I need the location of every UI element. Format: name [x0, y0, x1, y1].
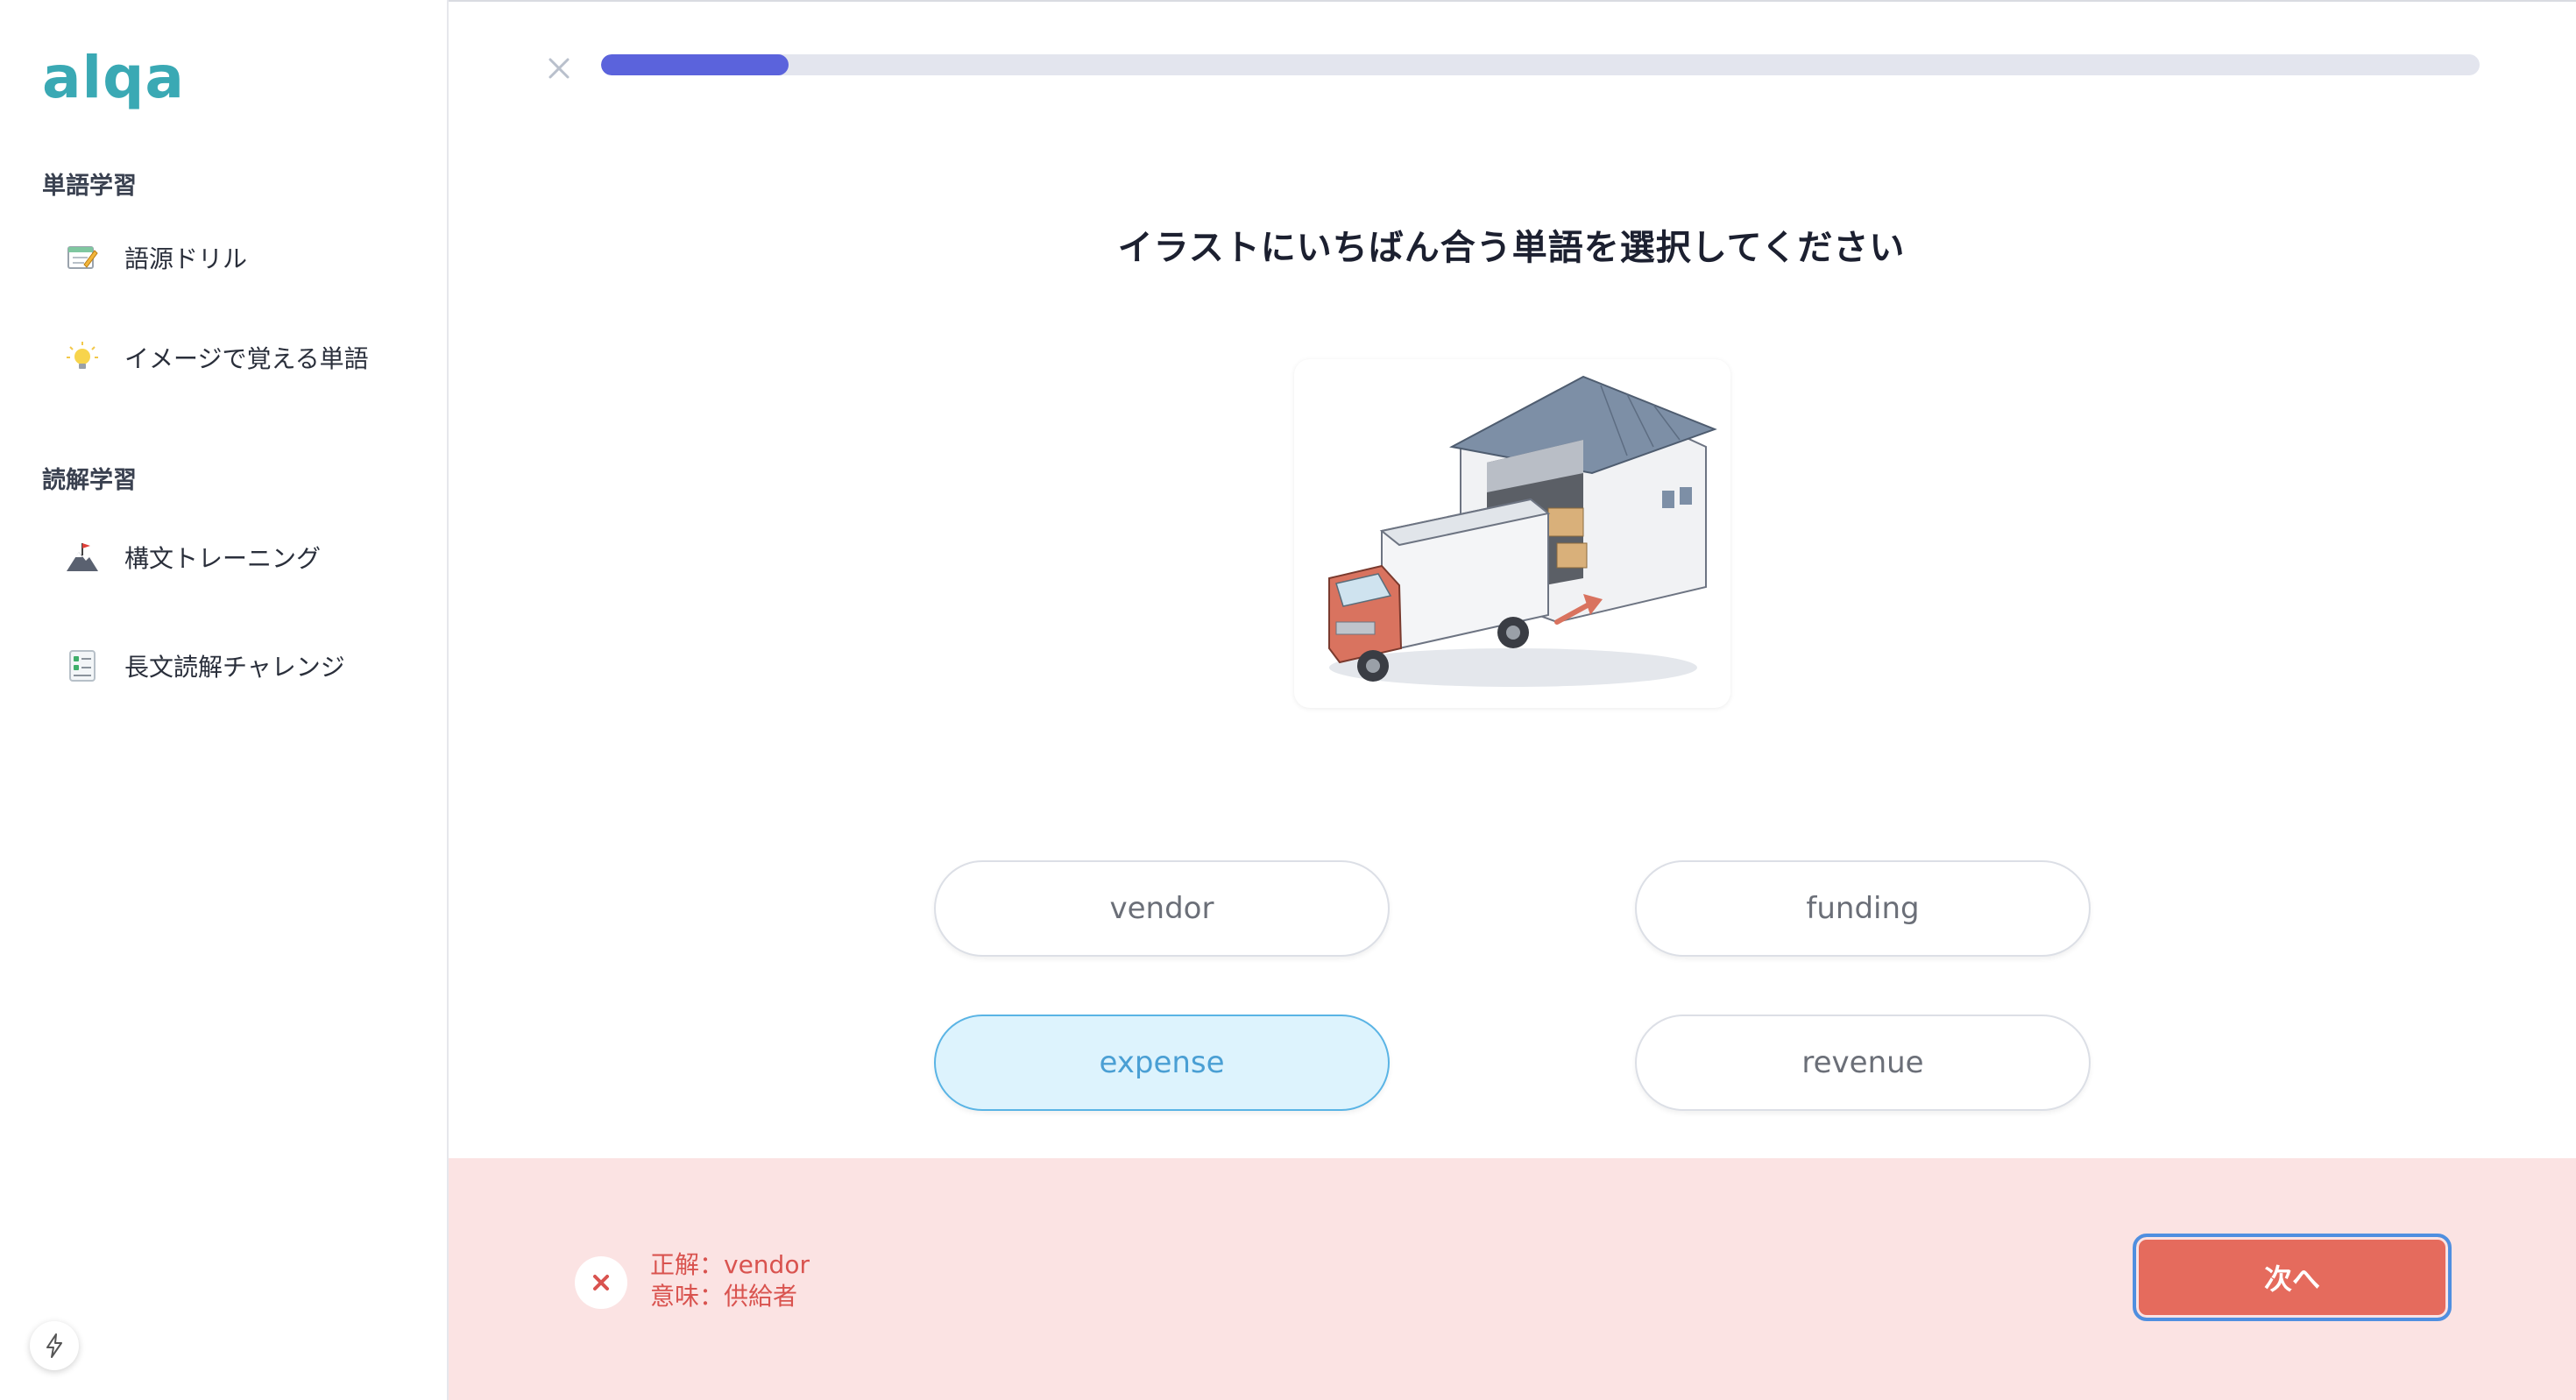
choice-button-4[interactable]: revenue: [1635, 1015, 2091, 1111]
choice-button-3[interactable]: expense: [934, 1015, 1390, 1111]
meaning-text: 意味：供給者: [650, 1282, 798, 1311]
feedback-text: 正解：vendor 意味：供給者: [650, 1249, 810, 1312]
sidebar-item-label: イメージで覚える単語: [124, 344, 369, 373]
app-logo[interactable]: alqa: [42, 44, 185, 111]
sidebar-item-etymology-drill[interactable]: 語源ドリル: [63, 230, 247, 286]
correct-answer-text: 正解：vendor: [650, 1250, 810, 1279]
sidebar-item-syntax-training[interactable]: 構文トレーニング: [63, 529, 321, 585]
question-text: イラストにいちばん合う単語を選択してください: [1117, 228, 1906, 268]
checklist-icon: [63, 647, 102, 685]
sidebar: alqa 単語学習 語源ドリル イメージで覚える単語 読解学習 構文トレーニング…: [0, 0, 449, 1400]
lightbulb-icon: [63, 338, 102, 377]
next-button[interactable]: 次へ: [2133, 1234, 2452, 1321]
sidebar-item-image-vocabulary[interactable]: イメージで覚える単語: [63, 329, 369, 385]
progress-bar: [601, 54, 2480, 75]
choice-button-1[interactable]: vendor: [934, 860, 1390, 957]
feedback-panel: 正解：vendor 意味：供給者 次へ: [449, 1158, 2576, 1400]
progress-fill: [601, 54, 789, 75]
memo-icon: [63, 238, 102, 277]
sidebar-item-label: 語源ドリル: [124, 244, 248, 273]
close-icon[interactable]: [541, 51, 577, 86]
warehouse-truck-illustration: [1294, 359, 1730, 708]
lightning-icon[interactable]: [30, 1321, 79, 1370]
choice-button-2[interactable]: funding: [1635, 860, 2091, 957]
sidebar-item-label: 長文読解チャレンジ: [124, 653, 345, 682]
section-title-vocabulary: 単語学習: [42, 173, 137, 200]
sidebar-item-long-reading-challenge[interactable]: 長文読解チャレンジ: [63, 638, 345, 694]
incorrect-icon: [575, 1256, 627, 1309]
section-title-reading: 読解学習: [42, 467, 137, 494]
mountain-flag-icon: [63, 538, 102, 576]
sidebar-item-label: 構文トレーニング: [124, 544, 322, 573]
